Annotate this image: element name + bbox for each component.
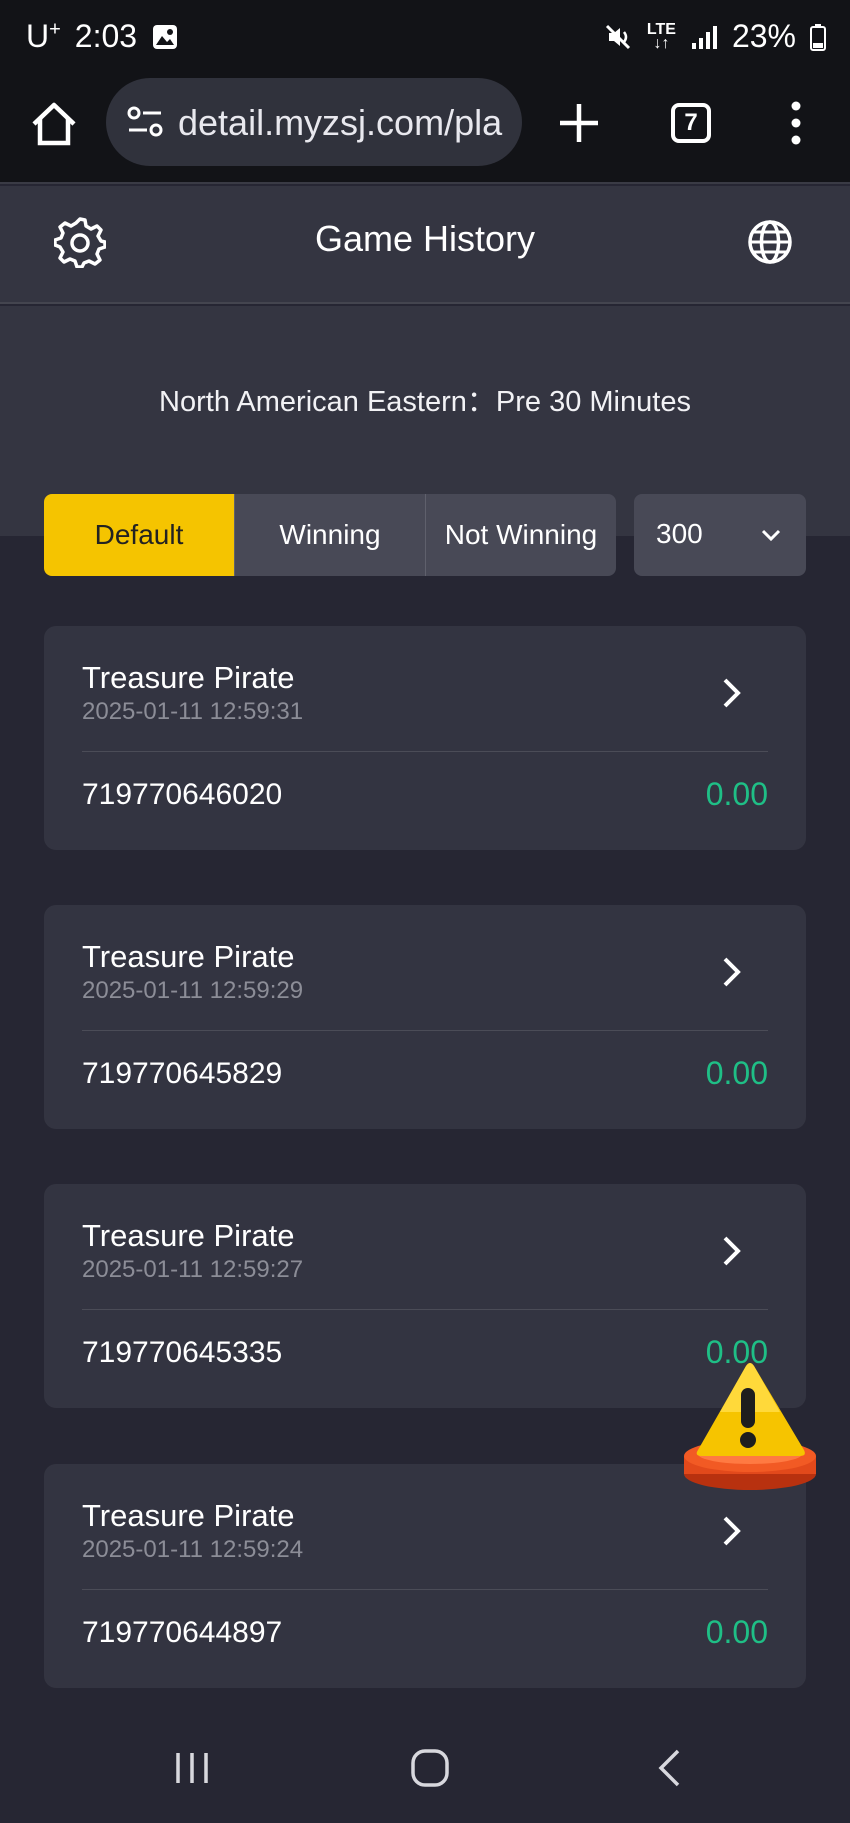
game-name: Treasure Pirate <box>82 939 295 974</box>
record-count-value: 300 <box>656 518 703 549</box>
win-amount: 0.00 <box>705 1614 768 1650</box>
card-divider <box>82 1589 768 1590</box>
card-divider <box>82 1309 768 1310</box>
chevron-right-icon[interactable] <box>720 676 744 710</box>
card-divider <box>82 1030 768 1031</box>
carrier-sup: + <box>49 18 61 41</box>
recents-icon[interactable] <box>172 1750 212 1786</box>
card-divider <box>82 751 768 752</box>
round-id: 719770646020 <box>82 778 283 811</box>
status-bar: U+ 2:03 LTE ↓↑ 23% <box>0 0 850 76</box>
network-label: LTE <box>646 20 676 38</box>
status-time: 2:03 <box>74 18 138 54</box>
address-bar[interactable]: detail.myzsj.com/pla <box>106 78 522 166</box>
carrier-label: U+ <box>26 18 61 55</box>
tabs-icon[interactable]: 7 <box>671 103 711 143</box>
round-id: 719770645335 <box>82 1336 283 1369</box>
game-time: 2025-01-11 12:59:24 <box>82 1536 304 1563</box>
battery-icon <box>810 23 826 51</box>
network-type: LTE ↓↑ <box>646 20 676 52</box>
history-card[interactable]: Treasure Pirate 2025-01-11 12:59:24 7197… <box>44 1464 806 1688</box>
system-nav-bar <box>0 1720 850 1823</box>
mute-icon <box>605 24 630 49</box>
tab-count: 7 <box>684 109 698 136</box>
game-name: Treasure Pirate <box>82 660 295 695</box>
chevron-right-icon[interactable] <box>720 1234 744 1268</box>
status-left: U+ 2:03 <box>26 18 179 55</box>
battery-percent: 23% <box>731 18 796 54</box>
more-vert-icon[interactable] <box>786 100 806 146</box>
status-right: LTE ↓↑ 23% <box>603 18 826 55</box>
chevron-right-icon[interactable] <box>720 955 744 989</box>
globe-icon[interactable] <box>746 218 794 266</box>
warning-icon[interactable] <box>680 1356 820 1496</box>
filter-default-button[interactable]: Default <box>44 494 234 576</box>
game-time: 2025-01-11 12:59:31 <box>82 698 304 725</box>
record-count-select[interactable]: 300 <box>634 494 806 576</box>
game-name: Treasure Pirate <box>82 1498 295 1533</box>
browser-toolbar: detail.myzsj.com/pla 7 <box>0 76 850 184</box>
round-id: 719770644897 <box>82 1616 283 1649</box>
url-text[interactable]: detail.myzsj.com/pla <box>178 102 502 144</box>
home-icon[interactable] <box>28 98 80 150</box>
chevron-down-icon <box>761 529 781 542</box>
signal-icon <box>691 25 717 49</box>
game-name: Treasure Pirate <box>82 1218 295 1253</box>
win-amount: 0.00 <box>705 776 768 812</box>
game-time: 2025-01-11 12:59:29 <box>82 977 304 1004</box>
back-icon[interactable] <box>656 1748 682 1788</box>
chevron-right-icon[interactable] <box>720 1514 744 1548</box>
site-settings-icon[interactable] <box>126 104 164 140</box>
history-card[interactable]: Treasure Pirate 2025-01-11 12:59:31 7197… <box>44 626 806 850</box>
app-header: Game History <box>0 186 850 304</box>
page-title: Game History <box>314 218 536 259</box>
game-time: 2025-01-11 12:59:27 <box>82 1256 304 1283</box>
filter-not-winning-button[interactable]: Not Winning <box>425 494 616 576</box>
plus-icon[interactable] <box>556 100 602 146</box>
timezone-label: North American Eastern：Pre 30 Minutes <box>159 386 691 418</box>
round-id: 719770645829 <box>82 1057 283 1090</box>
carrier-text: U <box>26 18 50 54</box>
history-card[interactable]: Treasure Pirate 2025-01-11 12:59:29 7197… <box>44 905 806 1129</box>
home-nav-icon[interactable] <box>410 1748 450 1788</box>
filter-tabs: Default Winning Not Winning <box>44 494 616 576</box>
image-icon <box>153 24 178 49</box>
win-amount: 0.00 <box>705 1055 768 1091</box>
filter-winning-button[interactable]: Winning <box>234 494 425 576</box>
